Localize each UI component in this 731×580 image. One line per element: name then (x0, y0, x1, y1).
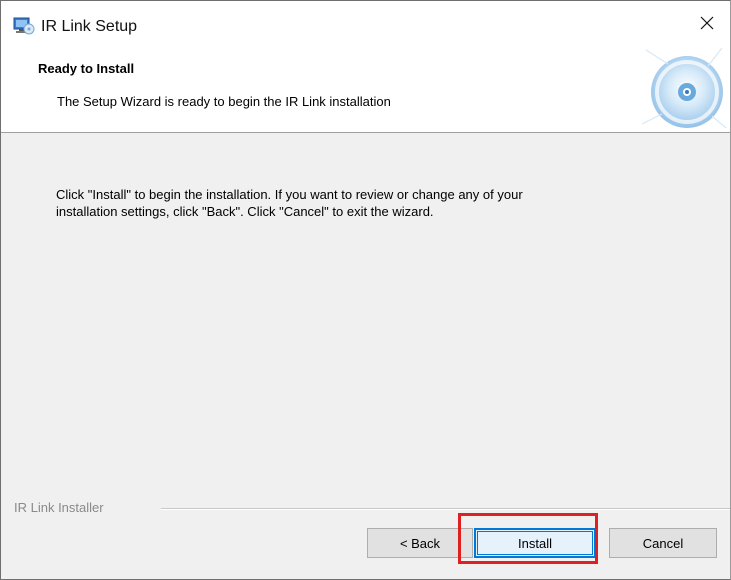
banner-subtitle: The Setup Wizard is ready to begin the I… (57, 94, 391, 109)
close-icon (700, 16, 714, 29)
instructions-text: Click "Install" to begin the installatio… (56, 187, 523, 219)
installer-computer-icon (13, 17, 35, 35)
back-button[interactable]: < Back (367, 528, 473, 558)
header-banner: Ready to Install The Setup Wizard is rea… (1, 44, 730, 133)
cancel-button[interactable]: Cancel (609, 528, 717, 558)
installer-label: IR Link Installer (14, 500, 104, 515)
install-button[interactable]: Install (474, 528, 596, 558)
banner-title: Ready to Install (38, 61, 135, 76)
cd-disc-icon (638, 44, 730, 132)
close-button[interactable] (684, 1, 730, 44)
footer-divider (161, 508, 730, 510)
title-bar[interactable]: IR Link Setup (1, 1, 730, 44)
window-title: IR Link Setup (41, 18, 138, 35)
setup-window: IR Link Setup Ready to Install The Setup… (0, 0, 731, 580)
